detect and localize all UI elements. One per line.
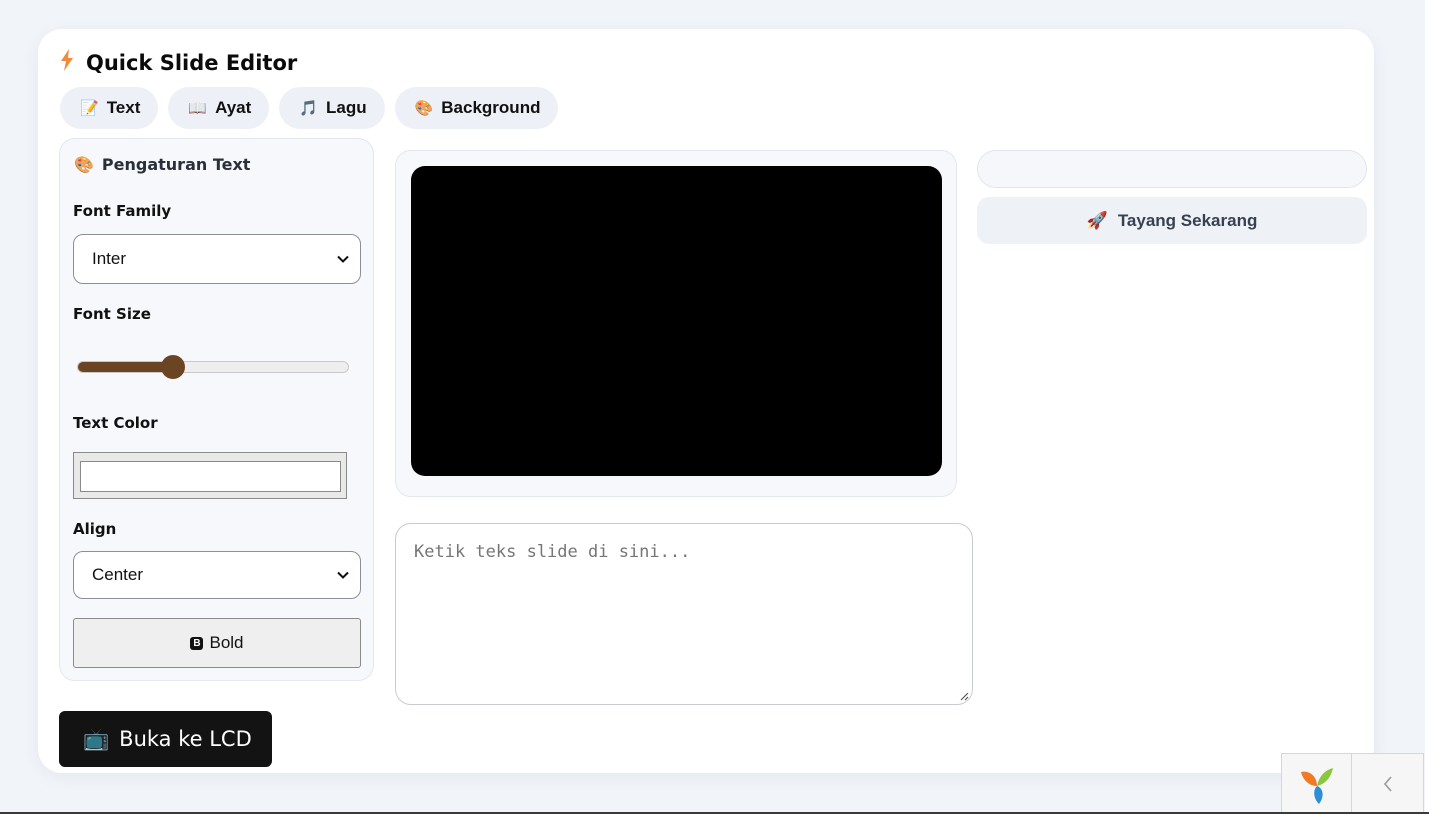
color-swatch [80,461,341,492]
font-family-select[interactable]: Inter [73,234,361,284]
align-value: Center [92,565,144,584]
scrollbar[interactable] [1425,0,1429,814]
page-title: Quick Slide Editor [60,48,297,78]
text-settings-panel: 🎨 Pengaturan Text Font Family Inter Font… [59,138,374,681]
tab-ayat[interactable]: 📖 Ayat [168,87,270,129]
font-size-label: Font Size [73,305,151,323]
slide-text-placeholder: Ketik teks slide di sini... [414,542,691,562]
font-family-value: Inter [92,249,127,268]
resize-handle-icon[interactable] [959,691,969,701]
align-select[interactable]: Center [73,551,361,599]
tab-bar: 📝 Text 📖 Ayat 🎵 Lagu 🎨 Background [60,87,559,129]
font-size-slider[interactable] [77,355,349,379]
tab-text[interactable]: 📝 Text [60,87,159,129]
bold-button[interactable]: B Bold [73,618,361,668]
slide-text-input[interactable]: Ketik teks slide di sini... [395,523,973,705]
palette-icon: 🎨 [414,100,434,117]
tv-icon: 📺 [83,726,110,751]
tayang-sekarang-button[interactable]: 🚀 Tayang Sekarang [977,197,1367,244]
preview-container [395,150,957,497]
chevron-left-icon[interactable] [1352,754,1423,814]
tab-label: Background [441,98,541,117]
text-color-input[interactable] [73,452,347,499]
slider-thumb[interactable] [161,355,185,379]
tab-lagu[interactable]: 🎵 Lagu [279,87,385,129]
slide-preview [411,166,942,476]
chevron-down-icon [337,255,349,263]
align-label: Align [73,520,117,538]
yii-logo-icon[interactable] [1282,754,1352,814]
panel-title-text: Pengaturan Text [101,155,251,174]
tab-label: Lagu [325,98,367,117]
memo-icon: 📝 [80,100,99,117]
tab-label: Ayat [215,98,252,117]
debug-toolbar [1281,753,1424,814]
page-title-text: Quick Slide Editor [86,51,298,75]
bold-button-label: Bold [209,633,244,652]
tab-label: Text [106,98,141,117]
bold-b-icon: B [190,636,204,650]
open-lcd-button[interactable]: 📺 Buka ke LCD [59,711,272,767]
rocket-icon: 🚀 [1086,210,1108,230]
text-color-label: Text Color [73,414,158,432]
tab-background[interactable]: 🎨 Background [394,87,559,129]
tayang-button-label: Tayang Sekarang [1117,210,1258,230]
chevron-down-icon [337,571,349,579]
music-note-icon: 🎵 [299,100,318,117]
font-family-label: Font Family [73,202,172,220]
lightning-icon [60,49,74,77]
slider-fill [78,362,173,372]
palette-icon: 🎨 [74,155,94,174]
panel-title: 🎨 Pengaturan Text [74,155,250,174]
open-book-icon: 📖 [188,100,208,117]
lcd-button-label: Buka ke LCD [119,727,252,751]
right-panel-input[interactable] [977,150,1367,188]
